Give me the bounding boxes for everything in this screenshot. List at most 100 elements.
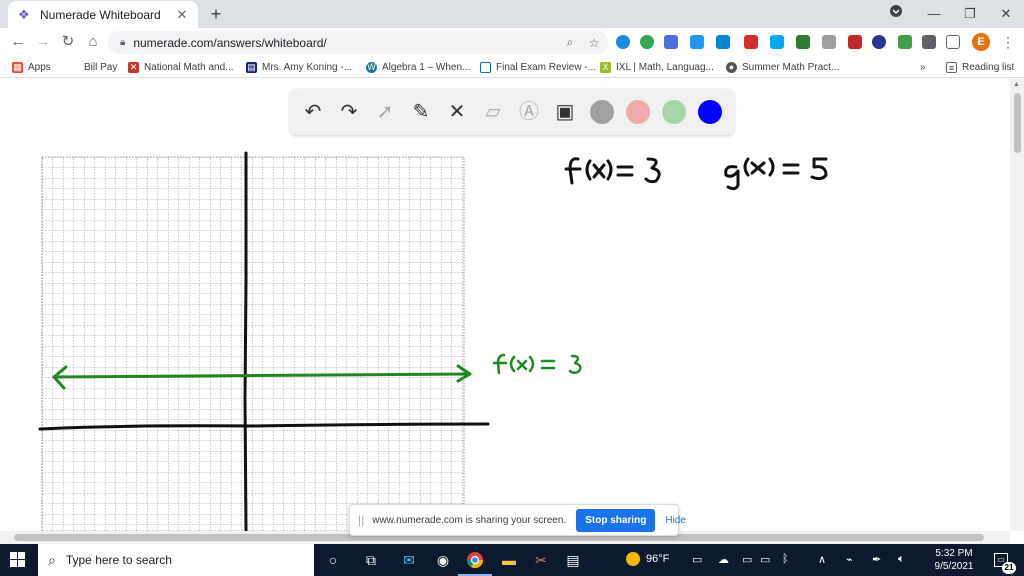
extension-8-icon[interactable] xyxy=(796,35,810,49)
color-swatch-pink[interactable] xyxy=(626,100,650,124)
stop-sharing-button[interactable]: Stop sharing xyxy=(576,508,656,532)
browser-menu-icon[interactable]: ⋮ xyxy=(998,32,1018,52)
url-text: numerade.com/answers/whiteboard/ xyxy=(133,35,327,50)
extension-12-icon[interactable] xyxy=(898,35,912,49)
tray-app-2-icon[interactable]: ▭ xyxy=(742,553,752,566)
bookmark-national-math[interactable]: ✕ National Math and... xyxy=(128,60,234,74)
reload-button[interactable]: ↻ xyxy=(58,32,78,52)
task-view-icon[interactable]: ⧉ xyxy=(360,550,382,570)
taskbar-search-box[interactable]: ⌕ Type here to search xyxy=(38,544,314,576)
apps-grid-icon: ▦ xyxy=(12,61,23,73)
pen-icon[interactable]: ✎ xyxy=(408,99,434,125)
bookmark-star-icon[interactable]: ☆ xyxy=(584,36,604,50)
bluetooth-icon[interactable]: ᛒ xyxy=(782,553,789,565)
bookmark-ixl[interactable]: X IXL | Math, Languag... xyxy=(600,60,714,74)
color-swatch-gray[interactable] xyxy=(590,100,614,124)
pointer-icon[interactable]: ➚ xyxy=(372,99,398,125)
bookmark-mrs-koning[interactable]: ▤ Mrs. Amy Koning -... xyxy=(246,60,352,74)
browser-tab-strip: ❖ Numerade Whiteboard ✕ + — ❐ ✕ xyxy=(0,0,1024,28)
chrome-icon[interactable] xyxy=(458,550,492,576)
close-window-button[interactable]: ✕ xyxy=(994,3,1018,25)
tray-app-3-icon[interactable]: ▭ xyxy=(760,553,770,566)
extension-4-icon[interactable] xyxy=(690,35,704,49)
bookmark-label: National Math and... xyxy=(144,61,234,73)
home-button[interactable]: ⌂ xyxy=(83,32,103,52)
bookmark-final-exam[interactable]: Final Exam Review -... xyxy=(480,60,596,74)
browser-tab[interactable]: ❖ Numerade Whiteboard ✕ xyxy=(8,1,198,28)
bookmarks-bar: ▦ Apps Bill Pay ✕ National Math and... ▤… xyxy=(0,56,1024,78)
volume-icon[interactable]: 🔈︎ xyxy=(898,553,905,566)
pdf-extension-icon[interactable] xyxy=(848,35,862,49)
extension-6-icon[interactable] xyxy=(744,35,758,49)
weather-widget[interactable]: 96°F xyxy=(626,552,669,566)
tools-icon[interactable]: ✕ xyxy=(444,99,470,125)
cortana-icon[interactable]: ○ xyxy=(322,550,344,570)
show-hidden-icons[interactable]: ∧ xyxy=(818,553,826,566)
tab-close-icon[interactable]: ✕ xyxy=(174,7,190,23)
handwriting-line-label xyxy=(492,353,582,375)
profile-menu-icon[interactable] xyxy=(884,3,908,25)
bookmark-label: IXL | Math, Languag... xyxy=(616,61,714,73)
zoom-icon[interactable]: ⌕ xyxy=(560,35,580,50)
color-swatch-green[interactable] xyxy=(662,100,686,124)
minimize-button[interactable]: — xyxy=(922,3,946,25)
mail-icon[interactable]: ✉ xyxy=(398,550,420,570)
wordpress-icon: W xyxy=(366,61,377,73)
pen-workspace-icon[interactable]: ✒ xyxy=(872,553,881,566)
handwriting-eq1 xyxy=(564,157,661,185)
drag-handle-icon[interactable]: || xyxy=(358,513,364,527)
redo-icon[interactable]: ↷ xyxy=(336,99,362,125)
address-bar[interactable]: 🔒︎ numerade.com/answers/whiteboard/ ⌕ ☆ xyxy=(108,31,608,54)
windows-start-icon[interactable] xyxy=(10,552,26,568)
media-icon[interactable]: ◉ xyxy=(432,550,454,570)
new-tab-button[interactable]: + xyxy=(206,4,226,24)
vertical-scrollbar[interactable]: ▲ xyxy=(1010,79,1024,531)
onedrive-icon[interactable]: ☁ xyxy=(718,553,729,566)
y-axis xyxy=(243,151,248,531)
scrollbar-thumb[interactable] xyxy=(1014,93,1021,153)
whiteboard-toolbar: ↶ ↷ ➚ ✎ ✕ ▱ Ⓐ ▣ xyxy=(290,89,734,135)
taskbar-clock[interactable]: 5:32 PM 9/5/2021 xyxy=(926,547,982,573)
screen-sharing-bar: || www.numerade.com is sharing your scre… xyxy=(349,504,686,536)
restore-button[interactable]: ❐ xyxy=(958,3,982,25)
extension-9-icon[interactable] xyxy=(822,35,836,49)
reading-list-icon: ≡ xyxy=(946,61,957,73)
color-swatch-blue[interactable] xyxy=(698,100,722,124)
handwriting-eq2 xyxy=(724,157,828,191)
extension-5-icon[interactable] xyxy=(716,35,730,49)
k-extension-icon[interactable] xyxy=(872,35,886,49)
image-icon[interactable]: ▣ xyxy=(552,99,578,125)
undo-icon[interactable]: ↶ xyxy=(300,99,326,125)
reading-list-button[interactable]: ≡ Reading list xyxy=(946,60,1014,74)
tray-app-icon[interactable]: ▭ xyxy=(692,553,702,566)
bookmark-summer-math[interactable]: ● Summer Math Pract... xyxy=(726,60,839,74)
eraser-icon[interactable]: ▱ xyxy=(480,99,506,125)
scroll-up-icon[interactable]: ▲ xyxy=(1013,81,1020,88)
extension-1-icon[interactable] xyxy=(616,35,630,49)
search-placeholder: Type here to search xyxy=(65,553,172,567)
whiteboard-canvas[interactable]: ↶ ↷ ➚ ✎ ✕ ▱ Ⓐ ▣ xyxy=(0,79,1010,531)
back-button[interactable]: ← xyxy=(8,32,28,52)
document-icon xyxy=(480,61,491,73)
extension-2-icon[interactable] xyxy=(640,35,654,49)
extensions-puzzle-icon[interactable] xyxy=(922,35,936,49)
profile-avatar[interactable]: E xyxy=(972,33,990,51)
text-icon[interactable]: Ⓐ xyxy=(516,99,542,125)
store-icon[interactable]: ▤ xyxy=(562,550,584,570)
ixl-icon: X xyxy=(600,61,611,73)
browser-toolbar: ← → ↻ ⌂ 🔒︎ numerade.com/answers/whiteboa… xyxy=(0,28,1024,56)
snip-icon[interactable]: ✂ xyxy=(530,550,552,570)
lock-icon: 🔒︎ xyxy=(120,37,126,48)
forward-button[interactable]: → xyxy=(33,32,53,52)
network-icon[interactable]: ⌁ xyxy=(846,553,853,566)
extension-7-icon[interactable] xyxy=(770,35,784,49)
bookmark-apps[interactable]: ▦ Apps xyxy=(12,60,51,74)
notification-count-badge: 21 xyxy=(1002,562,1016,574)
bookmark-bill-pay[interactable]: Bill Pay xyxy=(84,60,117,74)
hide-button[interactable]: Hide xyxy=(665,515,686,526)
bookmarks-overflow-icon[interactable]: » xyxy=(920,60,926,74)
extension-3-icon[interactable] xyxy=(664,35,678,49)
cast-icon[interactable] xyxy=(946,35,960,49)
bookmark-algebra-1[interactable]: W Algebra 1 – When... xyxy=(366,60,470,74)
file-explorer-icon[interactable]: ▬ xyxy=(498,550,520,570)
